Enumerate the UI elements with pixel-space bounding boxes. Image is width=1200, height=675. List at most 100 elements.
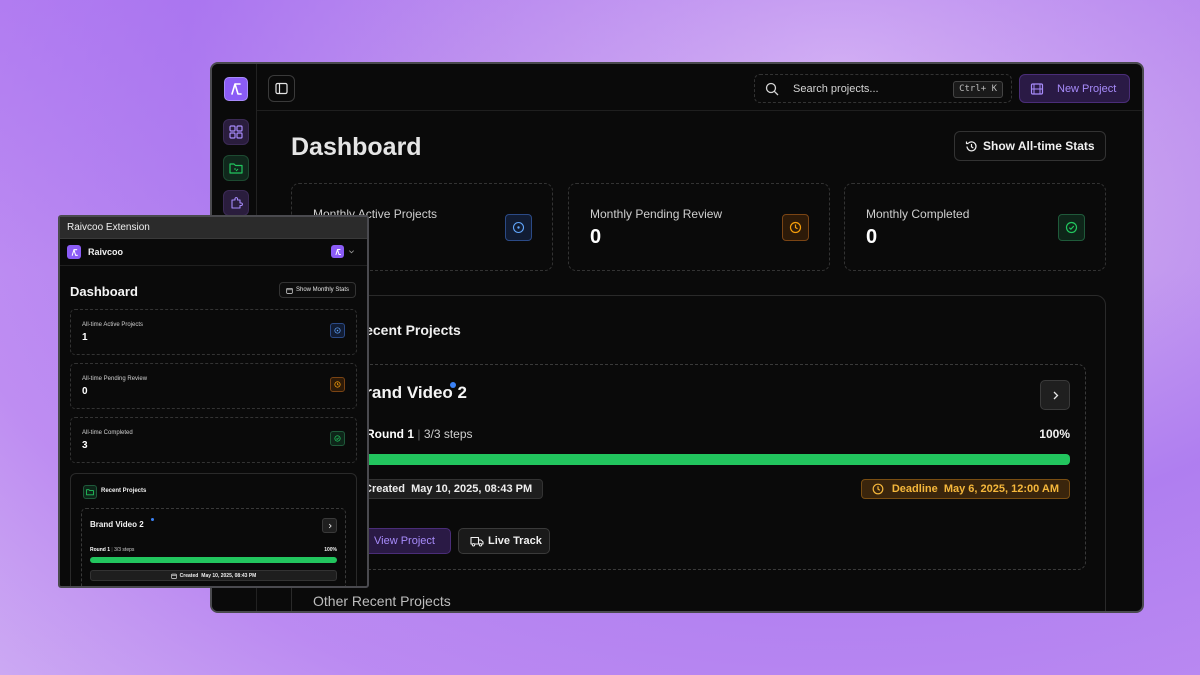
- app-logo[interactable]: [224, 77, 248, 101]
- ext-stat-card-pending: All-time Pending Review 0: [70, 363, 357, 409]
- film-icon: [1030, 82, 1044, 95]
- recent-projects-card: Recent Projects Brand Video 2 Round 1 | …: [291, 295, 1106, 611]
- progress-bar: [361, 454, 1070, 465]
- ext-stat-card-completed: All-time Completed 3: [70, 417, 357, 463]
- project-card[interactable]: Brand Video 2 Round 1 | 3/3 steps 100% C…: [312, 364, 1086, 570]
- live-track-label: Live Track: [488, 535, 542, 547]
- ext-recent-projects-title: Recent Projects: [101, 488, 147, 494]
- show-monthly-stats-button[interactable]: Show Monthly Stats: [279, 282, 356, 298]
- sidebar-toggle-icon: [275, 82, 288, 95]
- sidebar-toggle-button[interactable]: [268, 75, 295, 102]
- chevron-down-icon: [349, 250, 354, 254]
- stat-icon-box: [1058, 214, 1085, 241]
- show-alltime-stats-label: Show All-time Stats: [983, 139, 1095, 153]
- search-placeholder: Search projects...: [793, 82, 879, 95]
- truck-icon: [470, 536, 484, 547]
- show-monthly-stats-label: Show Monthly Stats: [296, 287, 350, 293]
- clock-icon: [872, 483, 884, 495]
- clock-icon: [789, 221, 802, 234]
- steps-label: 3/3 steps: [114, 547, 135, 553]
- top-bar: Search projects... Ctrl+ K New Project: [257, 64, 1142, 111]
- progress-bar-fill: [90, 557, 337, 563]
- stat-icon-box: [505, 214, 532, 241]
- stat-icon-box: [782, 214, 809, 241]
- extension-titlebar: Raivcoo Extension: [60, 217, 367, 239]
- progress-percent: 100%: [324, 547, 337, 553]
- account-avatar: [331, 245, 344, 258]
- new-project-button[interactable]: New Project: [1019, 74, 1130, 103]
- stat-value: 0: [590, 226, 602, 248]
- round-info: Round 1 | 3/3 steps: [366, 427, 473, 441]
- round-label: Round 1: [90, 547, 110, 553]
- ext-recent-projects-card: Recent Projects Brand Video 2 Round 1 | …: [70, 473, 357, 586]
- open-project-button[interactable]: [1040, 380, 1070, 410]
- live-track-button[interactable]: Live Track: [458, 528, 550, 554]
- circle-dot-icon: [512, 221, 525, 234]
- main-content: Dashboard Show All-time Stats Monthly Ac…: [257, 111, 1142, 611]
- extension-brand: Raivcoo: [88, 247, 124, 257]
- created-date: May 10, 2025, 08:43 PM: [201, 572, 257, 579]
- stat-card-pending: Monthly Pending Review 0: [568, 183, 830, 271]
- calendar-icon: [286, 287, 293, 294]
- folder-icon: [86, 489, 94, 496]
- created-badge: Created May 10, 2025, 08:43 PM: [353, 479, 544, 499]
- created-label: Created: [364, 483, 405, 495]
- new-project-label: New Project: [1057, 82, 1117, 95]
- extension-window-title: Raivcoo Extension: [67, 222, 150, 233]
- check-circle-icon: [334, 435, 341, 442]
- steps-label: 3/3 steps: [423, 427, 473, 441]
- created-badge: Created May 10, 2025, 08:43 PM: [90, 570, 337, 581]
- folder-icon: [229, 163, 243, 174]
- created-date: May 10, 2025, 08:43 PM: [411, 483, 533, 495]
- show-alltime-stats-button[interactable]: Show All-time Stats: [954, 131, 1106, 161]
- logo-icon: [71, 248, 78, 256]
- rail-extensions-button[interactable]: [223, 190, 249, 216]
- stat-value: 3: [82, 440, 88, 451]
- stat-value: 0: [82, 386, 88, 397]
- recent-icon-box: [83, 485, 97, 499]
- progress-bar: [90, 557, 337, 563]
- stat-label: Monthly Completed: [866, 207, 970, 221]
- history-icon: [965, 140, 977, 151]
- round-label: Round 1: [366, 427, 414, 441]
- stat-label: Monthly Pending Review: [590, 207, 723, 221]
- status-dot: [450, 382, 456, 388]
- stat-value: 1: [82, 332, 88, 343]
- check-circle-icon: [1065, 221, 1078, 234]
- ext-project-card[interactable]: Brand Video 2 Round 1 | 3/3 steps 100% C…: [81, 508, 346, 586]
- search-icon: [765, 82, 779, 95]
- deadline-date: May 6, 2025, 12:00 AM: [943, 483, 1059, 495]
- deadline-badge: Deadline May 6, 2025, 12:00 AM: [860, 479, 1070, 499]
- search-shortcut: Ctrl+ K: [953, 81, 1003, 98]
- extension-logo: [67, 245, 81, 259]
- view-project-button[interactable]: View Project: [357, 528, 451, 554]
- grid-icon: [229, 125, 243, 139]
- extension-header: Raivcoo: [60, 239, 367, 266]
- rail-dashboard-button[interactable]: [223, 119, 249, 145]
- page-title: Dashboard: [291, 133, 422, 161]
- chevron-right-icon: [1053, 391, 1058, 399]
- other-recent-projects-title: Other Recent Projects: [313, 593, 451, 609]
- stat-label: All-time Active Projects: [82, 322, 144, 328]
- logo-icon: [335, 248, 341, 255]
- stat-icon-box: [330, 323, 345, 338]
- calendar-icon: [170, 573, 177, 579]
- recent-projects-title: Recent Projects: [355, 322, 461, 338]
- status-dot: [151, 518, 154, 521]
- clock-icon: [334, 381, 341, 388]
- account-switcher[interactable]: [331, 245, 355, 258]
- deadline-label: Deadline: [891, 483, 938, 495]
- created-label: Created: [179, 572, 199, 579]
- rail-projects-button[interactable]: [223, 155, 249, 181]
- search-input[interactable]: Search projects... Ctrl+ K: [754, 74, 1012, 103]
- extension-window: Raivcoo Extension Raivcoo Dashboard Show…: [58, 215, 369, 588]
- stat-icon-box: [330, 377, 345, 392]
- chevron-right-icon: [328, 523, 332, 528]
- stat-card-completed: Monthly Completed 0: [844, 183, 1106, 271]
- round-info: Round 1 | 3/3 steps: [90, 547, 135, 553]
- stat-label: All-time Completed: [82, 430, 133, 436]
- progress-bar-fill: [361, 454, 1070, 465]
- open-project-button[interactable]: [322, 518, 337, 533]
- circle-dot-icon: [334, 327, 341, 334]
- project-name: Brand Video 2: [90, 520, 144, 529]
